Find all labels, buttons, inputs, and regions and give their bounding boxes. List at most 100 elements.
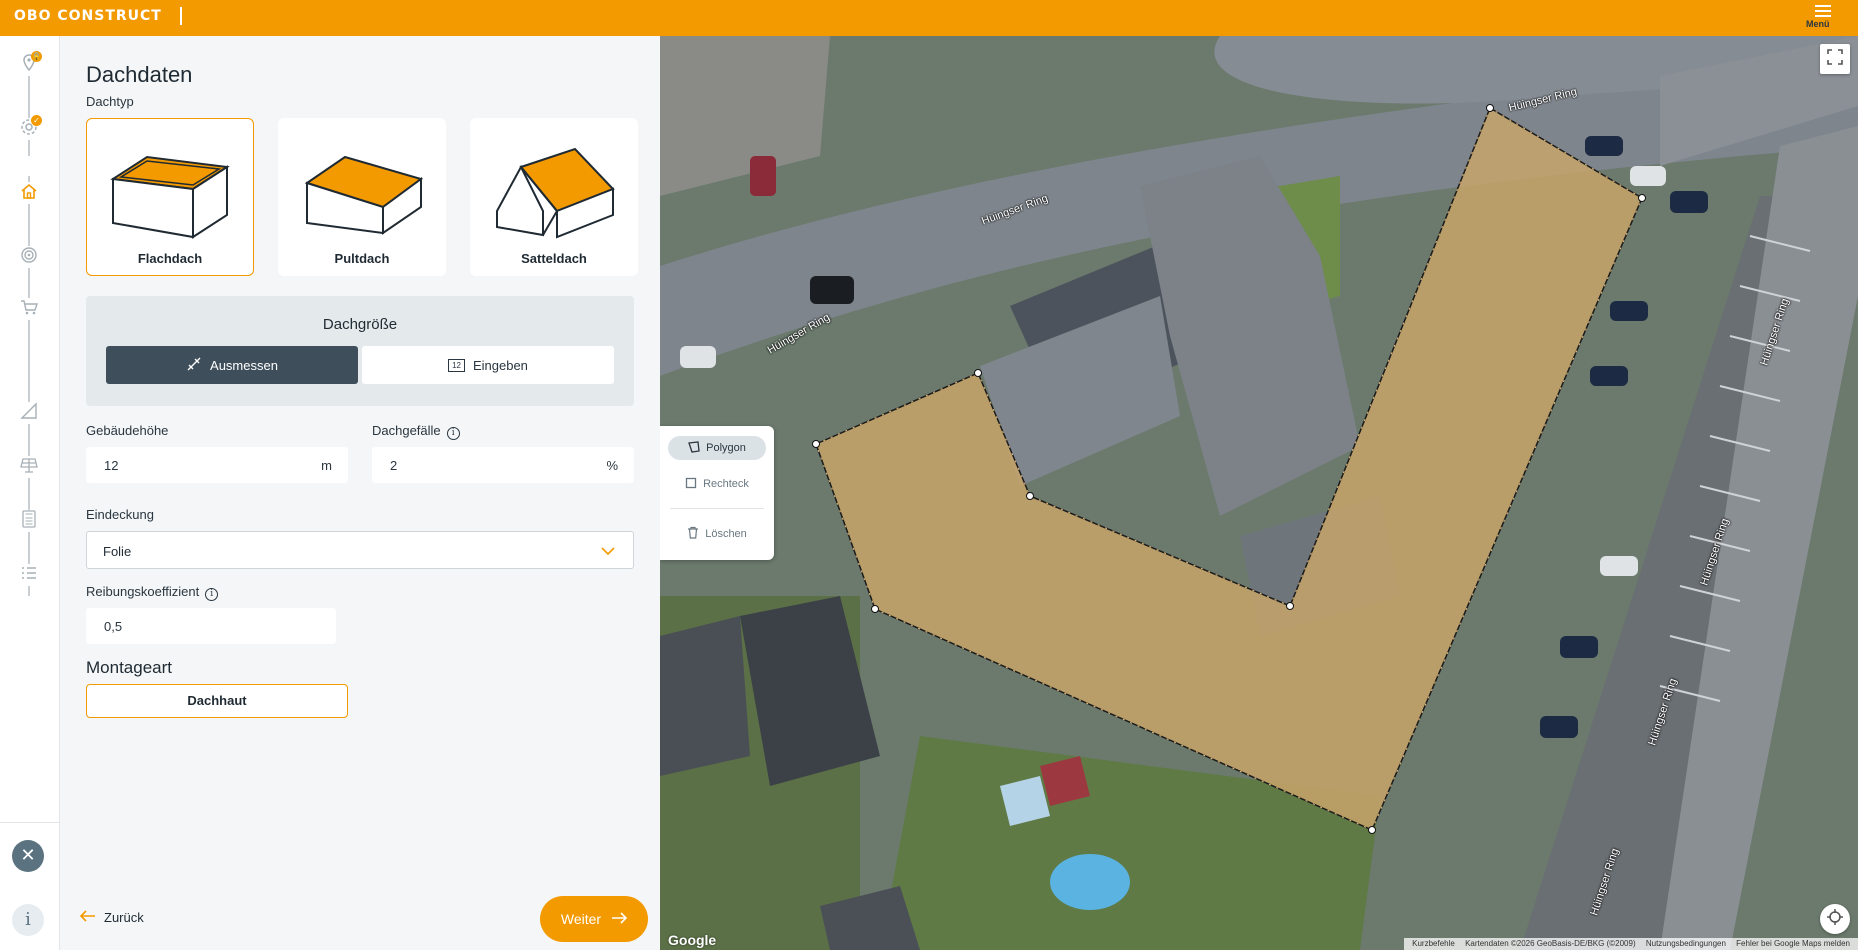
step-target[interactable] — [18, 246, 40, 268]
tool-divider — [670, 508, 764, 509]
map-imagery — [660, 36, 1858, 950]
target-icon — [20, 246, 38, 269]
info-icon: i — [25, 909, 31, 930]
close-button[interactable]: ✕ — [12, 840, 44, 872]
roof-type-name: Satteldach — [521, 251, 587, 266]
chevron-down-icon — [601, 544, 615, 559]
slope-icon — [20, 401, 38, 425]
rail-line — [28, 76, 30, 156]
roof-slope-input[interactable]: 2 % — [372, 447, 634, 483]
roof-type-label: Dachtyp — [86, 94, 134, 109]
logo-divider — [180, 7, 182, 25]
rectangle-label: Rechteck — [703, 478, 749, 490]
roof-slope-label-row: Dachgefälle i — [372, 423, 460, 440]
roof-type-name: Flachdach — [137, 251, 203, 266]
cart-icon — [20, 298, 38, 321]
hamburger-icon — [1815, 5, 1831, 17]
measure-tab[interactable]: Ausmessen — [106, 346, 358, 384]
crosshair-icon — [1826, 908, 1844, 931]
polygon-label: Polygon — [706, 442, 746, 454]
drawing-tools: Polygon Rechteck Löschen — [660, 426, 774, 560]
roof-type-flat[interactable]: Flachdach — [86, 118, 254, 276]
top-bar: OBO CONSTRUCT Menü — [0, 0, 1858, 36]
mono-pitch-roof-icon — [304, 155, 424, 235]
step-solar[interactable] — [18, 456, 40, 478]
building-height-label: Gebäudehöhe — [86, 423, 169, 438]
roof-type-name: Pultdach — [334, 251, 390, 266]
covering-label: Eindeckung — [86, 507, 154, 522]
terms-link[interactable]: Nutzungsbedingungen — [1646, 939, 1726, 948]
step-settings[interactable]: ✓ — [18, 115, 42, 140]
step-list[interactable] — [18, 564, 40, 586]
map-data-text: Kartendaten ©2026 GeoBasis-DE/BKG (©2009… — [1465, 939, 1636, 948]
roof-size-section: Dachgröße Ausmessen 12 Eingeben — [86, 296, 634, 406]
roof-slope-label: Dachgefälle — [372, 423, 441, 438]
friction-input[interactable]: 0,5 — [86, 608, 336, 644]
covering-select[interactable]: Folie — [86, 531, 634, 569]
info-button[interactable]: i — [12, 904, 44, 936]
fullscreen-icon — [1827, 48, 1843, 70]
rail-divider — [0, 822, 60, 823]
checklist-icon — [20, 564, 38, 587]
friction-value: 0,5 — [104, 619, 123, 634]
building-height-unit: m — [321, 458, 332, 473]
roof-type-gable[interactable]: Satteldach — [470, 118, 638, 276]
page-title: Dachdaten — [86, 62, 193, 87]
step-slope[interactable] — [18, 401, 40, 425]
step-location[interactable]: 🔒 — [18, 51, 42, 76]
enter-tab[interactable]: 12 Eingeben — [362, 346, 614, 384]
polygon-icon — [688, 440, 700, 456]
calculator-icon — [21, 509, 37, 533]
menu-label: Menü — [1806, 19, 1830, 29]
rectangle-tool-button[interactable]: Rechteck — [668, 472, 766, 496]
house-icon — [20, 182, 38, 205]
rectangle-icon — [685, 477, 697, 492]
map-attribution: Kurzbefehle Kartendaten ©2026 GeoBasis-D… — [1404, 938, 1858, 950]
gable-roof-icon — [496, 147, 615, 239]
recenter-button[interactable] — [1820, 904, 1850, 934]
rail-dashed-line — [28, 326, 30, 396]
info-icon[interactable]: i — [205, 588, 219, 601]
back-label: Zurück — [104, 910, 144, 925]
solar-panel-icon — [20, 456, 38, 479]
friction-label-row: Reibungskoeffizient i — [86, 584, 219, 601]
flat-roof-icon — [110, 155, 230, 239]
step-cart[interactable] — [18, 298, 40, 320]
fullscreen-button[interactable] — [1820, 44, 1850, 74]
roof-slope-value: 2 — [390, 458, 398, 473]
app-logo[interactable]: OBO CONSTRUCT — [14, 8, 162, 24]
close-icon: ✕ — [20, 845, 36, 865]
polygon-tool-button[interactable]: Polygon — [668, 436, 766, 460]
step-rail: 🔒 ✓ ✕ i — [0, 36, 60, 950]
roof-size-title: Dachgröße — [322, 316, 398, 333]
info-icon[interactable]: i — [446, 427, 460, 440]
building-height-value: 12 — [104, 458, 119, 473]
google-logo: Google — [668, 932, 717, 948]
friction-label: Reibungskoeffizient — [86, 584, 200, 599]
step-calculator[interactable] — [18, 509, 40, 533]
delete-label: Löschen — [705, 528, 747, 540]
lock-icon: 🔒 — [31, 51, 42, 62]
delete-tool-button[interactable]: Löschen — [668, 522, 766, 546]
numeric-input-icon: 12 — [448, 358, 465, 372]
shortcuts-link[interactable]: Kurzbefehle — [1412, 939, 1455, 948]
building-height-input[interactable]: 12 m — [86, 447, 348, 483]
arrow-left-icon — [79, 910, 96, 925]
roof-type-mono-pitch[interactable]: Pultdach — [278, 118, 446, 276]
arrow-right-icon — [611, 911, 628, 927]
covering-value: Folie — [103, 544, 132, 559]
ruler-pencil-icon — [186, 356, 202, 375]
roof-data-panel: Dachdaten Dachtyp Flachdach Pultdach Sat… — [60, 36, 660, 950]
mounting-title: Montageart — [86, 658, 172, 677]
check-icon: ✓ — [31, 115, 42, 126]
roof-slope-unit: % — [606, 458, 618, 473]
report-link[interactable]: Fehler bei Google Maps melden — [1736, 939, 1850, 948]
back-button[interactable]: Zurück — [79, 910, 144, 925]
satellite-map[interactable]: Hüingser Ring Hüingser Ring Hüingser Rin… — [660, 36, 1858, 950]
step-roof[interactable] — [18, 182, 40, 204]
mounting-option-button[interactable]: Dachhaut — [86, 684, 348, 718]
measure-label: Ausmessen — [210, 357, 278, 373]
menu-button[interactable]: Menü — [1806, 2, 1840, 29]
next-button[interactable]: Weiter — [540, 896, 648, 942]
enter-label: Eingeben — [472, 357, 528, 373]
